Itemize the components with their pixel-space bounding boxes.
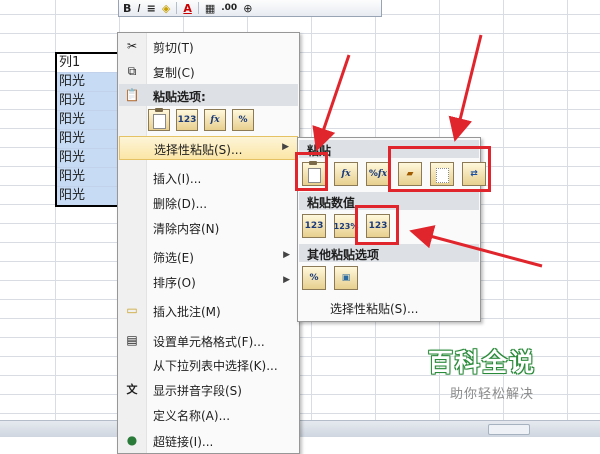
watermark: 百科全说 助你轻松解决 <box>428 343 578 413</box>
watermark-logo: 百科全说 <box>428 348 537 377</box>
arrow-to-values <box>409 225 543 268</box>
arrow-to-formatting <box>448 34 483 142</box>
watermark-tagline: 助你轻松解决 <box>450 387 535 402</box>
arrow-to-paste <box>312 54 351 152</box>
